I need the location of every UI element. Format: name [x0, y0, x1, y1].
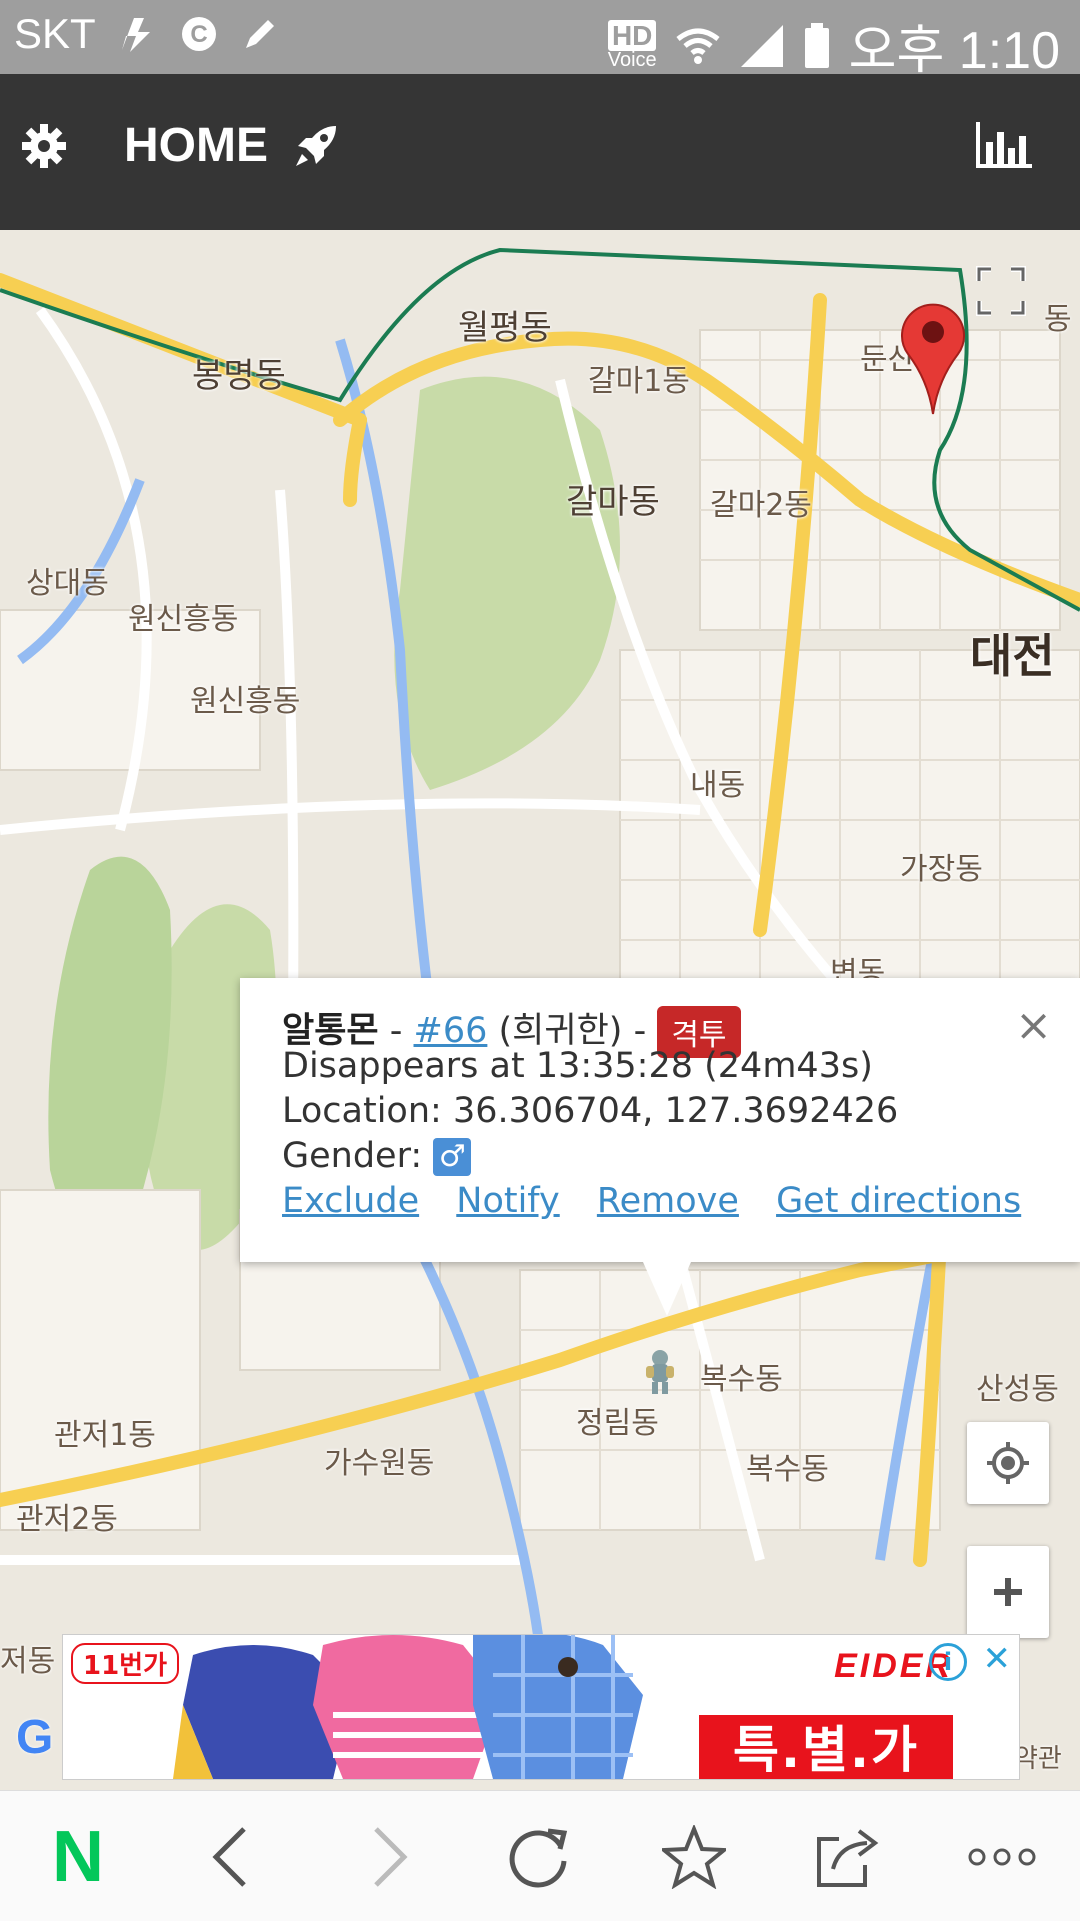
pokemon-number-link[interactable]: #66 [414, 1011, 488, 1051]
bookmark-button[interactable] [644, 1815, 744, 1899]
pencil-icon [245, 20, 274, 48]
battery-icon [804, 22, 829, 68]
map-label: 산성동 [976, 1372, 1059, 1407]
pokemon-rarity: (희귀한) [498, 1011, 623, 1051]
ad-special-price: 특.별.가 [699, 1715, 953, 1779]
refresh-button[interactable] [490, 1815, 590, 1899]
refresh-icon [509, 1828, 568, 1888]
map-label: 복수동 [700, 1362, 783, 1397]
info-window: 알통몬 - #66 (희귀한) - 격투 × Disappears at 13:… [240, 978, 1080, 1316]
map-label: 관저1동 [54, 1418, 156, 1453]
c-circle-icon: C [181, 17, 216, 51]
ad-tag: 11번가 [71, 1643, 180, 1684]
star-icon [662, 1825, 726, 1889]
gender-label: Gender: [282, 1136, 423, 1176]
map-label: 관저2동 [16, 1502, 118, 1537]
map-label: 동 [1044, 302, 1072, 337]
exclude-link[interactable]: Exclude [282, 1181, 419, 1221]
page-title: HOME [124, 119, 268, 172]
map-label: 정림동 [576, 1406, 659, 1441]
rocket-icon[interactable] [292, 122, 340, 170]
forward-icon [374, 1827, 408, 1887]
app-bar: HOME [0, 74, 1080, 230]
google-logo: G [16, 1711, 54, 1764]
location-text: Location: 36.306704, 127.3692426 [282, 1091, 899, 1131]
zoom-in-icon [994, 1578, 1022, 1606]
my-location-icon [987, 1442, 1029, 1484]
zoom-in-button[interactable] [967, 1546, 1049, 1638]
map-label: 월평동 [458, 308, 552, 348]
browser-toolbar: N [0, 1790, 1080, 1921]
terms-link[interactable]: 약관 [1014, 1738, 1062, 1775]
fullscreen-icon [976, 266, 1026, 316]
clock: 오후 1:10 [848, 22, 1060, 80]
map-label: 갈마동 [566, 482, 660, 522]
wifi-icon [676, 28, 720, 64]
map-label: 대전 [970, 629, 1055, 683]
disappears-text: Disappears at 13:35:28 (24m43s) [282, 1046, 873, 1086]
map-label: 내동 [690, 768, 746, 803]
share-icon [817, 1829, 879, 1887]
male-icon: ♂ [433, 1138, 472, 1176]
status-bar: SKT C HD Voice 오후 1:10 [0, 0, 1080, 80]
separator: - [378, 1011, 414, 1051]
naver-home-button[interactable]: N [28, 1815, 128, 1899]
ad-info-icon[interactable]: i [929, 1643, 967, 1681]
gender-row: Gender: ♂ [282, 1136, 472, 1176]
map-label: 상대동 [26, 566, 109, 601]
remove-link[interactable]: Remove [597, 1181, 739, 1221]
carrier-label: SKT [14, 10, 96, 57]
map-label: 가수원동 [324, 1446, 435, 1481]
bar-chart-icon[interactable] [976, 122, 1032, 170]
get-directions-link[interactable]: Get directions [776, 1181, 1021, 1221]
hd-voice-icon: HD Voice [607, 19, 657, 71]
map-label: 갈마1동 [588, 364, 690, 399]
map-label: 봉명동 [192, 356, 286, 396]
gear-icon[interactable] [22, 124, 66, 168]
naver-logo: N [52, 1817, 104, 1897]
my-location-button[interactable] [967, 1422, 1049, 1504]
back-icon [212, 1827, 246, 1887]
map-label: 가장동 [900, 852, 983, 887]
notify-link[interactable]: Notify [456, 1181, 559, 1221]
no-sim-lightning-icon [121, 18, 150, 52]
pokemon-sprite-icon[interactable] [644, 1348, 676, 1396]
ad-close-icon[interactable]: ✕ [983, 1639, 1012, 1679]
map-marker-icon[interactable] [900, 300, 966, 416]
map-label: 저동 [0, 1644, 56, 1679]
more-button[interactable] [952, 1815, 1052, 1899]
fullscreen-button[interactable] [960, 250, 1042, 332]
more-icon [968, 1848, 1036, 1866]
separator: - [622, 1011, 658, 1051]
map-label: 갈마2동 [710, 488, 812, 523]
map-label: 복수동 [746, 1452, 829, 1487]
share-button[interactable] [796, 1815, 896, 1899]
close-icon[interactable]: × [1015, 1004, 1052, 1048]
svg-text:C: C [190, 21, 207, 48]
forward-button[interactable] [340, 1815, 440, 1899]
pokemon-name: 알통몬 [282, 1011, 379, 1051]
map-label: 원신흥동 [128, 602, 239, 637]
map-label: 원신흥동 [190, 684, 301, 719]
action-links: Exclude Notify Remove Get directions [282, 1181, 1047, 1221]
ad-product-image [173, 1635, 643, 1779]
back-button[interactable] [180, 1815, 280, 1899]
popup-pointer [643, 1262, 691, 1316]
ad-banner[interactable]: 11번가 EIDER i ✕ 특.별.가 [62, 1634, 1020, 1780]
signal-icon [740, 24, 783, 67]
